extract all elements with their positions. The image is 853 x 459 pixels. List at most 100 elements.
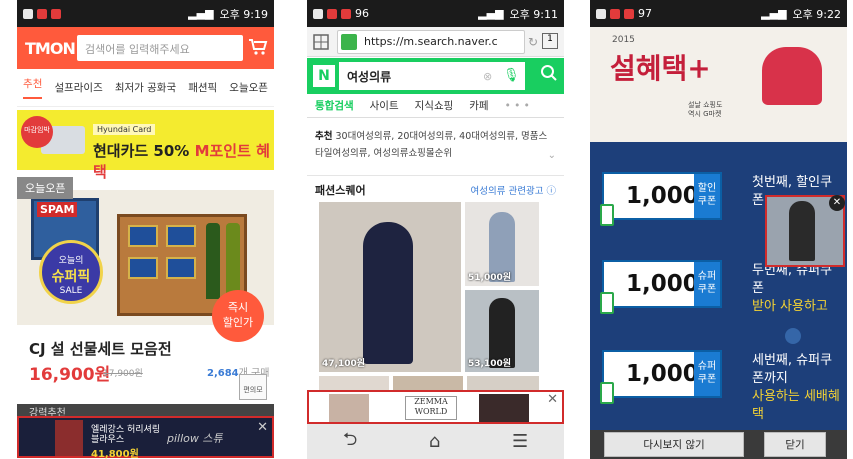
- instant-discount-badge: 즉시 할인가: [212, 290, 264, 342]
- tmon-logo[interactable]: TMON: [25, 39, 76, 58]
- deadline-tag: 마감임박: [21, 116, 53, 148]
- promo-banner[interactable]: 마감임박 Hyundai Card 현대카드 50% M포인트 혜택: [17, 110, 274, 181]
- plus-icon: [785, 328, 801, 344]
- coupon-card: 1,000 슈퍼쿠폰: [602, 350, 722, 398]
- status-time: 오후 9:22: [792, 7, 841, 21]
- notification-count: 97: [638, 7, 652, 20]
- oil-bottle: [226, 223, 240, 299]
- notification-icon: [610, 8, 620, 19]
- oil-bottle: [206, 223, 220, 299]
- status-time: 오후 9:11: [509, 7, 558, 21]
- close-icon[interactable]: ✕: [829, 195, 845, 211]
- ad-price: 41,800원: [91, 449, 139, 459]
- spam-can: [128, 225, 158, 247]
- search-input[interactable]: 검색어를 입력해주세요: [77, 35, 243, 61]
- spam-can: [166, 225, 196, 247]
- notification-icon: [596, 8, 606, 19]
- model-figure: [363, 222, 413, 364]
- price-tag: 53,100원: [468, 359, 512, 369]
- divider: [307, 175, 564, 176]
- back-icon[interactable]: ⮌: [343, 427, 357, 457]
- tab-today-open[interactable]: 오늘오픈: [229, 80, 268, 95]
- close-icon[interactable]: ✕: [547, 392, 558, 407]
- coupon-amount: 1,000: [626, 183, 699, 209]
- url-field[interactable]: https://m.search.naver.c: [337, 30, 525, 54]
- more-icon[interactable]: • • •: [505, 100, 530, 112]
- cart-icon[interactable]: [248, 37, 268, 61]
- coupon-label: 할인쿠폰: [694, 174, 720, 218]
- spam-label: SPAM: [37, 202, 78, 217]
- tab-cafe[interactable]: 카페: [469, 98, 488, 113]
- ad-model-image: [789, 201, 815, 261]
- status-bar: 96 ▂▄▆ 오후 9:11: [307, 0, 564, 27]
- phone-icon: [600, 382, 614, 404]
- ad-thumbnail: [55, 420, 83, 456]
- product-tile[interactable]: [393, 376, 463, 390]
- product-tile[interactable]: 53,100원: [465, 290, 539, 372]
- notification-icon: [624, 8, 634, 19]
- bottom-bar: 다시보지 않기 닫기: [590, 430, 847, 459]
- event-year: 2015: [612, 35, 635, 45]
- ad-brand: pillow 스튜: [167, 432, 223, 445]
- home-icon[interactable]: ⌂: [429, 431, 440, 452]
- spam-can: [128, 257, 158, 279]
- coupon-label: 슈퍼쿠폰: [694, 262, 720, 306]
- ad-banner[interactable]: 엘레강스 허리셔링 블라우스 41,800원 pillow 스튜 ✕: [17, 416, 274, 459]
- product-tile[interactable]: [319, 376, 389, 390]
- coupon-amount: 1,000: [626, 361, 699, 387]
- tab-shopping[interactable]: 지식쇼핑: [415, 98, 454, 113]
- ad-model-image: [329, 394, 369, 422]
- price-tag: 47,100원: [322, 359, 366, 369]
- close-button[interactable]: 닫기: [764, 432, 826, 457]
- related-ads-link[interactable]: 여성의류 관련광고 ⓘ: [471, 183, 556, 197]
- coupon-amount: 1,000: [626, 271, 699, 297]
- reload-icon[interactable]: ↻: [528, 35, 538, 49]
- coupon-description: 두번째, 슈퍼쿠폰 받아 사용하고: [752, 263, 833, 314]
- grid-icon[interactable]: [313, 34, 329, 54]
- fashion-square-title: 패션스퀘어: [315, 184, 366, 197]
- card-label: Hyundai Card: [93, 124, 156, 135]
- popup-ad[interactable]: ✕: [765, 195, 845, 267]
- notification-count: 96: [355, 7, 369, 20]
- app-header: TMON 검색어를 입력해주세요: [17, 27, 274, 69]
- tab-recommend[interactable]: 추천: [23, 76, 43, 99]
- notification-icon: [37, 8, 47, 19]
- event-subtitle: 설날 쇼핑도 역시 G마켓: [688, 101, 723, 118]
- coupon-row[interactable]: 1,000 슈퍼쿠폰 세번째, 슈퍼쿠폰까지 사용하는 세배혜택: [600, 346, 842, 422]
- product-tile[interactable]: [467, 376, 539, 390]
- ad-banner[interactable]: ZEMMA WORLD ✕: [307, 390, 564, 424]
- close-icon[interactable]: ✕: [257, 420, 268, 435]
- tabs-icon[interactable]: 1: [542, 33, 558, 49]
- product-tile[interactable]: 47,100원: [319, 202, 461, 372]
- price-tag: 51,000원: [468, 273, 512, 283]
- chevron-down-icon[interactable]: ⌄: [548, 150, 556, 161]
- sale-badge: 오늘의 슈퍼픽 SALE: [39, 240, 103, 304]
- tab-site[interactable]: 사이트: [370, 98, 399, 113]
- original-price: 17,900원: [103, 369, 143, 379]
- tab-lowest-price[interactable]: 최저가 공화국: [115, 80, 176, 95]
- clear-icon[interactable]: ⊗: [483, 70, 492, 83]
- naver-logo[interactable]: N: [313, 65, 335, 87]
- convenience-button[interactable]: 편의모: [239, 374, 267, 400]
- status-bar: ▂▄▆ 오후 9:19: [17, 0, 274, 27]
- notification-icon: [313, 8, 323, 19]
- ad-model-image: [479, 394, 529, 422]
- menu-icon[interactable]: ☰: [512, 431, 528, 452]
- tab-surprise[interactable]: 설프라이즈: [54, 80, 102, 95]
- tab-fashion-pick[interactable]: 패션픽: [188, 80, 217, 95]
- do-not-show-again-button[interactable]: 다시보지 않기: [604, 432, 744, 457]
- product-tile[interactable]: 51,000원: [465, 202, 539, 286]
- recommended-keywords[interactable]: 추천 30대여성의류, 20대여성의류, 40대여성의류, 명품스타일여성의류,…: [315, 128, 555, 162]
- phone-screen-naver: 96 ▂▄▆ 오후 9:11 https://m.search.naver.c …: [307, 0, 564, 459]
- notification-icon: [327, 8, 337, 19]
- product-title[interactable]: CJ 설 선물세트 모음전: [29, 338, 172, 359]
- event-title: 설혜택+: [610, 52, 711, 85]
- tab-integrated-search[interactable]: 통합검색: [315, 98, 354, 113]
- search-icon[interactable]: [222, 39, 238, 59]
- microphone-icon[interactable]: 🎙: [503, 68, 520, 83]
- search-input[interactable]: 여성의류: [339, 62, 525, 90]
- search-icon[interactable]: [540, 64, 558, 86]
- status-bar: 97 ▂▄▆ 오후 9:22: [590, 0, 847, 27]
- status-icons-left: [23, 8, 61, 19]
- browser-nav-bar: ⮌ ⌂ ☰: [307, 424, 564, 459]
